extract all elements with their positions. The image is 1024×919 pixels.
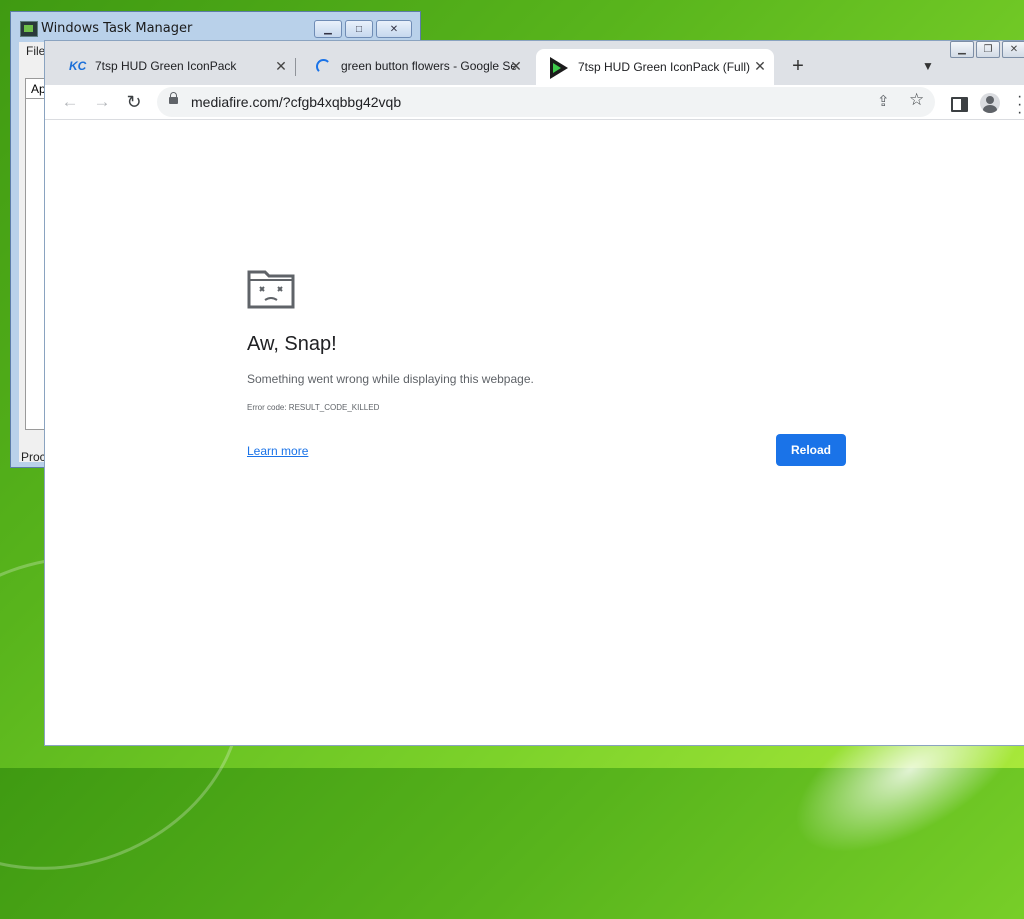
window-controls: ▁ ❐ ✕ bbox=[950, 41, 1024, 58]
menu-file[interactable]: File bbox=[26, 44, 45, 58]
reload-icon[interactable]: ↻ bbox=[123, 91, 145, 113]
back-arrow-icon[interactable]: ← bbox=[59, 91, 81, 113]
tab-close-icon[interactable]: ✕ bbox=[752, 58, 768, 74]
tab-title: 7tsp HUD Green IconPack bbox=[95, 59, 237, 73]
side-panel-icon[interactable] bbox=[951, 97, 968, 112]
tab-title: 7tsp HUD Green IconPack (Full) bbox=[578, 60, 751, 74]
forward-arrow-icon[interactable]: → bbox=[91, 91, 113, 113]
error-heading: Aw, Snap! bbox=[247, 333, 337, 355]
tab-green-button-flowers[interactable]: green button flowers - Google Se ✕ bbox=[300, 49, 530, 83]
bookmark-star-icon[interactable]: ☆ bbox=[909, 90, 924, 110]
task-manager-status: Proc bbox=[21, 450, 46, 464]
toolbar: ← → ↻ mediafire.com/?cfgb4xqbbg42vqb ⇪ ☆… bbox=[45, 85, 1024, 121]
sad-tab-icon bbox=[247, 270, 295, 309]
task-manager-icon bbox=[20, 21, 38, 37]
url-text[interactable]: mediafire.com/?cfgb4xqbbg42vqb bbox=[191, 94, 401, 110]
maximize-button[interactable]: □ bbox=[345, 20, 373, 38]
loading-spinner-icon bbox=[316, 58, 331, 74]
minimize-button[interactable]: ▁ bbox=[314, 20, 342, 38]
profile-avatar-icon[interactable] bbox=[980, 93, 1000, 113]
browser-close-button[interactable]: ✕ bbox=[1002, 41, 1024, 58]
share-icon[interactable]: ⇪ bbox=[877, 92, 890, 110]
new-tab-button[interactable]: + bbox=[787, 55, 809, 77]
error-code: Error code: RESULT_CODE_KILLED bbox=[247, 403, 380, 412]
hud-favicon-icon bbox=[550, 57, 568, 79]
reload-button[interactable]: Reload bbox=[776, 434, 846, 466]
toolbar-divider bbox=[45, 119, 1024, 120]
close-button[interactable]: ✕ bbox=[376, 20, 412, 38]
tab-7tsp-hud-green-iconpack-full[interactable]: 7tsp HUD Green IconPack (Full) ✕ bbox=[536, 49, 774, 85]
browser-restore-button[interactable]: ❐ bbox=[976, 41, 1000, 58]
tab-title: green button flowers - Google Se bbox=[341, 59, 518, 73]
lock-icon[interactable] bbox=[169, 92, 178, 104]
tab-close-icon[interactable]: ✕ bbox=[273, 58, 289, 74]
learn-more-link[interactable]: Learn more bbox=[247, 444, 308, 458]
tab-7tsp-hud-green-iconpack[interactable]: KC 7tsp HUD Green IconPack ✕ bbox=[55, 49, 295, 83]
tab-separator bbox=[295, 58, 296, 76]
task-manager-titlebar[interactable]: Windows Task Manager ▁ □ ✕ bbox=[11, 12, 420, 42]
error-message: Something went wrong while displaying th… bbox=[247, 372, 534, 386]
tab-search-chevron-icon[interactable]: ▼ bbox=[919, 57, 937, 75]
kc-favicon-icon: KC bbox=[69, 59, 87, 73]
kebab-menu-icon[interactable]: · · · bbox=[1017, 89, 1022, 121]
browser-window[interactable]: ▁ ❐ ✕ KC 7tsp HUD Green IconPack ✕ green… bbox=[44, 40, 1024, 746]
browser-minimize-button[interactable]: ▁ bbox=[950, 41, 974, 58]
address-bar[interactable]: mediafire.com/?cfgb4xqbbg42vqb ⇪ ☆ bbox=[157, 87, 935, 117]
tab-close-icon[interactable]: ✕ bbox=[508, 58, 524, 74]
task-manager-title: Windows Task Manager bbox=[41, 21, 193, 36]
